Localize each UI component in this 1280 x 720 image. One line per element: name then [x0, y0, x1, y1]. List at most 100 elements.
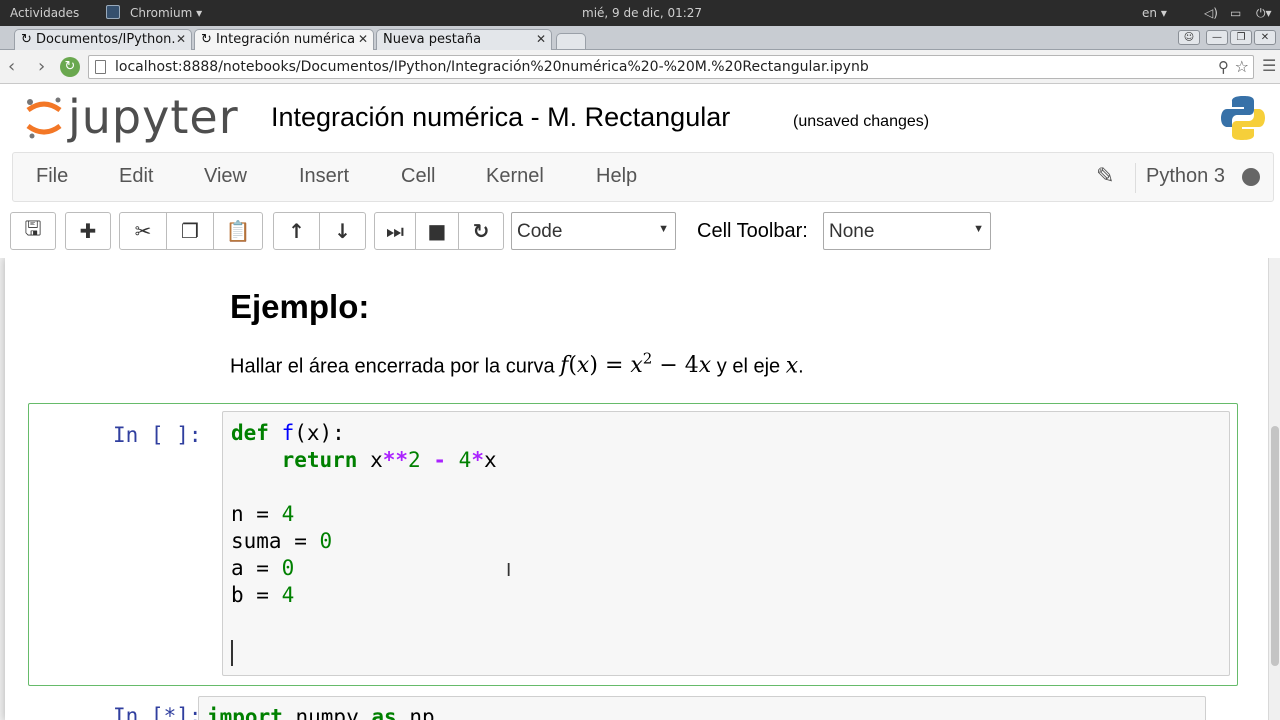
- save-button[interactable]: 🖫: [10, 212, 56, 250]
- code-line: n = 4: [231, 502, 294, 529]
- notebook-page: Ejemplo: Hallar el área encerrada por la…: [5, 258, 1269, 720]
- copy-cells-button[interactable]: ❐: [166, 212, 214, 250]
- clock[interactable]: mié, 9 de dic, 01:27: [582, 6, 702, 20]
- math-formula: f(x) = x2 − 4x: [560, 350, 712, 379]
- math-eq: =: [604, 353, 624, 379]
- menu-cell[interactable]: Cell: [401, 165, 435, 188]
- app-menu[interactable]: Chromium ▾: [130, 6, 202, 20]
- code-cell[interactable]: import numpy as np: [198, 696, 1206, 720]
- code-text: suma =: [231, 529, 320, 553]
- tab-label: Nueva pestaña: [383, 32, 482, 47]
- math-exponent: 2: [642, 350, 653, 368]
- interrupt-kernel-button[interactable]: ■: [415, 212, 459, 250]
- keyword: import: [207, 705, 283, 720]
- menu-help[interactable]: Help: [596, 165, 637, 188]
- code-line: return x**2 - 4*x: [231, 448, 497, 475]
- browser-tab-strip: ↻ Documentos/IPython. ✕ ↻ Integración nu…: [0, 26, 1280, 50]
- dropdown-arrow-icon: ▼: [658, 223, 669, 235]
- stop-icon: ■: [427, 219, 447, 243]
- menu-kernel[interactable]: Kernel: [486, 165, 544, 188]
- keyboard-layout-label: en: [1142, 6, 1157, 20]
- math-x: x: [698, 353, 712, 379]
- keyboard-layout-indicator[interactable]: en ▾: [1142, 6, 1167, 20]
- user-profile-icon[interactable]: ☺: [1178, 30, 1200, 45]
- markdown-heading: Ejemplo:: [230, 288, 370, 325]
- jupyter-logo-icon[interactable]: [24, 96, 64, 140]
- browser-tab-integracion[interactable]: ↻ Integración numérica ✕: [194, 29, 374, 50]
- menu-insert[interactable]: Insert: [299, 165, 349, 188]
- power-menu-icon[interactable]: ⏻▾: [1256, 6, 1272, 21]
- minimize-window-icon[interactable]: —: [1206, 30, 1228, 45]
- notebook-container[interactable]: Ejemplo: Hallar el área encerrada por la…: [0, 258, 1280, 720]
- jupyter-header: jupyter Integración numérica - M. Rectan…: [0, 84, 1280, 152]
- activities-button[interactable]: Actividades: [10, 6, 79, 20]
- app-menu-label: Chromium: [130, 6, 193, 20]
- operator: -: [433, 448, 446, 472]
- zoom-icon[interactable]: ⚲: [1218, 58, 1229, 76]
- menu-edit[interactable]: Edit: [119, 165, 153, 188]
- run-cell-button[interactable]: ⏭: [374, 212, 416, 250]
- markdown-paragraph: Hallar el área encerrada por la curva f(…: [230, 350, 804, 378]
- new-tab-button[interactable]: [556, 33, 586, 49]
- restore-window-icon[interactable]: ❐: [1230, 30, 1252, 45]
- notebook-title[interactable]: Integración numérica - M. Rectangular: [271, 102, 730, 133]
- url-input[interactable]: localhost:8888/notebooks/Documentos/IPyt…: [88, 55, 1254, 79]
- code-line: b = 4: [231, 583, 294, 610]
- tab-loading-icon: ↻: [201, 32, 212, 47]
- cut-cells-button[interactable]: ✂: [119, 212, 167, 250]
- vertical-scrollbar[interactable]: [1268, 258, 1280, 720]
- mouse-ibeam-cursor-icon: I: [506, 560, 512, 581]
- close-tab-icon[interactable]: ✕: [176, 32, 186, 46]
- paste-cells-button[interactable]: 📋: [213, 212, 263, 250]
- back-icon[interactable]: ‹: [8, 56, 15, 77]
- save-status: (unsaved changes): [793, 113, 930, 130]
- cell-toolbar-select[interactable]: None ▼: [823, 212, 991, 250]
- kernel-busy-indicator-icon: [1242, 168, 1260, 186]
- volume-icon[interactable]: ◁): [1204, 6, 1218, 20]
- math-lparen: (: [568, 353, 577, 379]
- restart-icon: ↻: [472, 219, 490, 243]
- cell-type-select[interactable]: Code ▼: [511, 212, 676, 250]
- function-name: f: [281, 421, 295, 445]
- scrollbar-thumb[interactable]: [1271, 426, 1279, 666]
- tab-loading-icon: ↻: [21, 32, 32, 47]
- close-window-icon[interactable]: ✕: [1254, 30, 1276, 45]
- forward-icon[interactable]: ›: [38, 56, 45, 77]
- bookmark-star-icon[interactable]: ☆: [1235, 57, 1249, 76]
- number: 4: [458, 448, 472, 472]
- move-cell-up-button[interactable]: ↑: [273, 212, 320, 250]
- insert-cell-below-button[interactable]: ✚: [65, 212, 111, 250]
- menu-file[interactable]: File: [36, 165, 68, 188]
- math-rparen: ): [589, 353, 598, 379]
- move-cell-down-button[interactable]: ↓: [319, 212, 366, 250]
- math-four: 4: [684, 353, 699, 379]
- keyword: def: [231, 421, 269, 445]
- code-text: a =: [231, 556, 282, 580]
- code-editor[interactable]: def f(x): return x**2 - 4*x n = 4 suma =…: [222, 411, 1230, 676]
- cell-toolbar-value: None: [829, 221, 875, 242]
- network-icon[interactable]: ▭: [1230, 6, 1241, 20]
- notebook-toolbar: 🖫 ✚ ✂ ❐ 📋 ↑ ↓ ⏭ ■ ↻ Code ▼ Cell Toolbar:…: [0, 204, 1280, 258]
- menu-view[interactable]: View: [204, 165, 247, 188]
- restart-kernel-button[interactable]: ↻: [458, 212, 504, 250]
- system-top-bar: Actividades Chromium ▾ mié, 9 de dic, 01…: [0, 0, 1280, 26]
- jupyter-logo-text[interactable]: jupyter: [68, 90, 239, 144]
- browser-menu-icon[interactable]: ☰: [1262, 56, 1276, 75]
- code-text: np: [396, 705, 435, 720]
- reload-icon[interactable]: ↻: [60, 57, 80, 77]
- math-x: x: [576, 353, 590, 379]
- browser-tab-nueva[interactable]: Nueva pestaña ✕: [376, 29, 552, 50]
- code-cell-selected[interactable]: In [ ]: def f(x): return x**2 - 4*x n = …: [28, 403, 1238, 686]
- close-tab-icon[interactable]: ✕: [536, 32, 546, 46]
- page-icon: [95, 60, 106, 74]
- number: 4: [281, 583, 295, 607]
- code-text: x: [483, 448, 497, 472]
- code-line: import numpy as np: [207, 705, 435, 720]
- cell-type-value: Code: [517, 221, 563, 242]
- scissors-icon: ✂: [134, 219, 152, 243]
- plus-icon: ✚: [79, 219, 97, 243]
- notebook-menubar: File Edit View Insert Cell Kernel Help ✎…: [12, 152, 1274, 202]
- browser-tab-documentos[interactable]: ↻ Documentos/IPython. ✕: [14, 29, 192, 50]
- number: 4: [281, 502, 295, 526]
- close-tab-icon[interactable]: ✕: [358, 32, 368, 46]
